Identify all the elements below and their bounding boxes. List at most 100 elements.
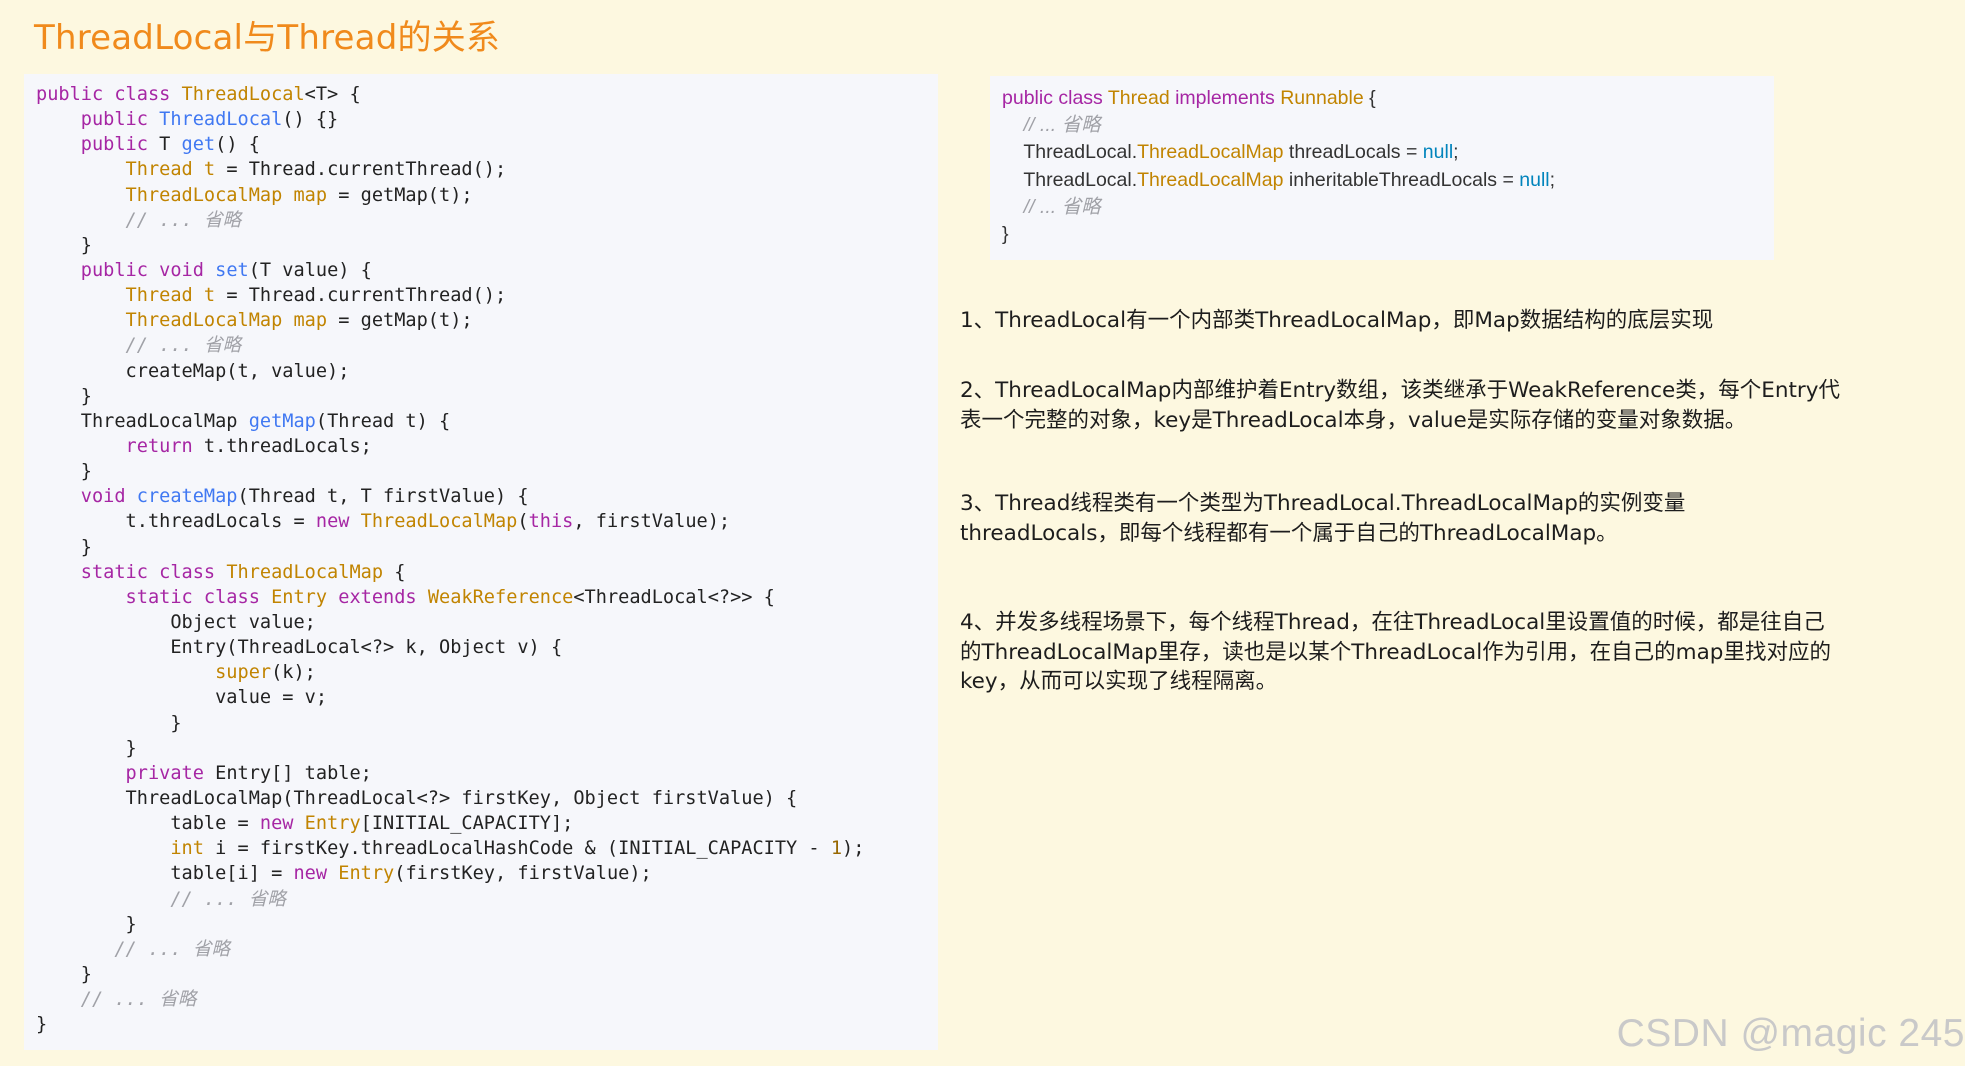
code-line: } [36, 912, 864, 937]
code-token: // ... 省略 [1002, 114, 1101, 137]
code-token: Thread t [36, 159, 216, 181]
code-token: value = v; [36, 687, 328, 709]
code-token: Entry [338, 863, 395, 885]
code-token: static class [36, 586, 272, 608]
code-token: ThreadLocal. [1002, 168, 1138, 191]
code-token: ThreadLocal. [1002, 141, 1138, 164]
code-line: int i = firstKey.threadLocalHashCode & (… [36, 836, 864, 861]
code-line: } [36, 233, 864, 258]
code-line: // ... 省略 [1002, 194, 1555, 221]
code-token: return [36, 435, 204, 457]
code-token: static class [36, 561, 227, 583]
code-token: { [383, 561, 406, 583]
code-line: static class ThreadLocalMap { [36, 560, 864, 585]
code-line: public class ThreadLocal<T> { [36, 82, 864, 107]
code-line: public T get() { [36, 132, 864, 157]
code-line: // ... 省略 [36, 987, 864, 1012]
code-token: (firstKey, firstValue); [394, 863, 652, 885]
code-token: (Thread t) { [315, 410, 451, 432]
code-token: ThreadLocalMap [1137, 141, 1284, 164]
code-token: t.threadLocals; [203, 435, 372, 457]
code-token: private [36, 762, 216, 784]
code-token: 1 [830, 838, 843, 860]
code-line: public class Thread implements Runnable … [1002, 85, 1555, 112]
code-token: = firstKey.threadLocalHashCode & (INITIA… [226, 838, 831, 860]
code-token: ThreadLocalMap [36, 410, 249, 432]
thread-code: public class Thread implements Runnable … [1002, 85, 1555, 248]
code-token: ThreadLocalMap(ThreadLocal<?> firstKey, … [36, 787, 798, 809]
code-token: // ... 省略 [1002, 195, 1101, 218]
code-token: createMap(t, value); [36, 360, 350, 382]
code-token: ; [1453, 141, 1459, 164]
code-line: public void set(T value) { [36, 258, 864, 283]
code-token: = getMap(t); [327, 310, 473, 332]
note-2: 2、ThreadLocalMap内部维护着Entry数组，该类继承于WeakRe… [960, 378, 1840, 433]
code-token: T [159, 134, 182, 156]
code-line: public ThreadLocal() {} [36, 107, 864, 132]
code-line: } [1002, 221, 1555, 248]
code-token: void [36, 486, 137, 508]
code-line: // ... 省略 [36, 333, 864, 358]
code-token: this [528, 511, 574, 533]
code-line: super(k); [36, 660, 864, 685]
code-token: extends [338, 586, 428, 608]
code-token: } [1002, 222, 1009, 245]
code-token: table = [36, 813, 260, 835]
code-token: createMap [136, 486, 238, 508]
code-line: // ... 省略 [36, 208, 864, 233]
code-token: public class [1002, 87, 1108, 109]
code-line: Entry(ThreadLocal<?> k, Object v) { [36, 635, 864, 660]
code-token: () {} [282, 109, 339, 131]
code-line: ThreadLocal.ThreadLocalMap threadLocals … [1002, 139, 1555, 166]
code-token: } [36, 963, 92, 985]
code-token: } [36, 385, 92, 407]
code-token: <T> { [304, 84, 361, 105]
code-line: ThreadLocalMap(ThreadLocal<?> firstKey, … [36, 786, 864, 811]
code-line: ThreadLocalMap map = getMap(t); [36, 183, 864, 208]
threadlocal-code-block: public class ThreadLocal<T> { public Thr… [24, 74, 938, 1050]
code-token: = getMap(t); [327, 184, 473, 206]
code-line: // ... 省略 [36, 887, 864, 912]
code-token: new [315, 511, 361, 533]
code-token: ThreadLocalMap [1137, 168, 1284, 191]
code-token: } [36, 712, 182, 734]
code-token: Entry(ThreadLocal<?> k, Object v) { [36, 637, 563, 659]
code-token: set [215, 259, 249, 281]
code-line: } [36, 736, 864, 761]
code-line: void createMap(Thread t, T firstValue) { [36, 484, 864, 509]
code-token: <ThreadLocal<?>> { [573, 586, 775, 608]
code-line: // ... 省略 [1002, 112, 1555, 139]
code-token: implements [1175, 87, 1281, 109]
code-token: // ... 省略 [36, 209, 242, 231]
code-line: Thread t = Thread.currentThread(); [36, 157, 864, 182]
code-token: = Thread.currentThread(); [215, 159, 507, 181]
code-line: static class Entry extends WeakReference… [36, 585, 864, 610]
threadlocal-code: public class ThreadLocal<T> { public Thr… [36, 82, 864, 1037]
code-token: int [36, 838, 216, 860]
code-token: } [36, 737, 137, 759]
code-line: } [36, 1012, 864, 1037]
code-line: Object value; [36, 610, 864, 635]
code-line: return t.threadLocals; [36, 434, 864, 459]
code-token: // ... 省略 [36, 888, 286, 910]
note-4: 4、并发多线程场景下，每个线程Thread，在往ThreadLocal里设置值的… [960, 610, 1831, 694]
code-token: ThreadLocalMap [226, 561, 384, 583]
code-token: // ... 省略 [36, 335, 242, 357]
code-token: = Thread.currentThread(); [215, 285, 507, 307]
code-token: } [36, 234, 92, 256]
code-token: Entry [271, 586, 339, 608]
code-token: [INITIAL_CAPACITY]; [360, 813, 574, 835]
code-line: ThreadLocalMap getMap(Thread t) { [36, 409, 864, 434]
code-line: } [36, 962, 864, 987]
code-token: // ... 省略 [36, 938, 230, 960]
code-line: ThreadLocal.ThreadLocalMap inheritableTh… [1002, 167, 1555, 194]
code-line: } [36, 711, 864, 736]
code-token: ; [1549, 168, 1556, 191]
code-token: (Thread t, T firstValue) { [237, 486, 529, 508]
code-line: } [36, 535, 864, 560]
code-token: null [1422, 141, 1454, 164]
code-token: ThreadLocalMap map [36, 184, 328, 206]
code-token: ThreadLocal [159, 109, 283, 131]
code-line: Thread t = Thread.currentThread(); [36, 283, 864, 308]
code-token: } [36, 1014, 48, 1036]
